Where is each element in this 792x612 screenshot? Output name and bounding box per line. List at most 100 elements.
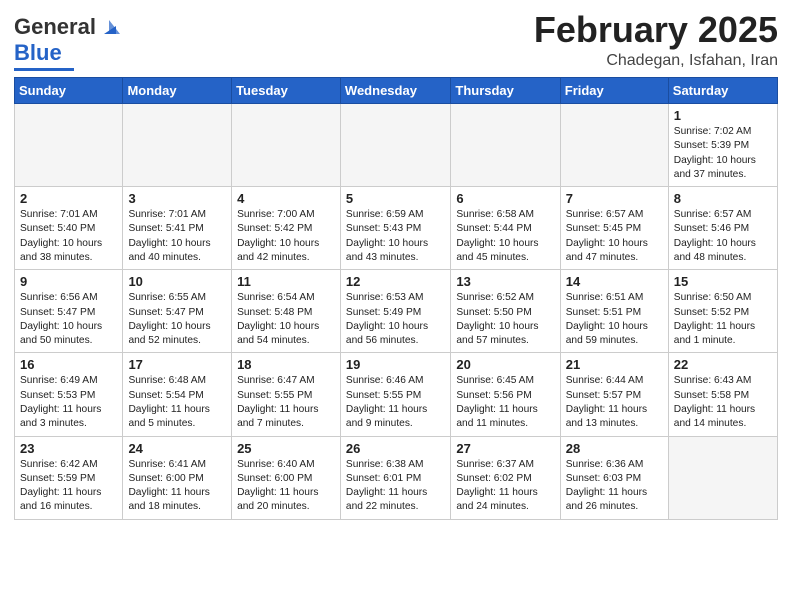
day-info: Sunrise: 6:53 AMSunset: 5:49 PMDaylight:…: [346, 291, 445, 348]
title-block: February 2025 Chadegan, Isfahan, Iran: [534, 10, 778, 70]
calendar-table: SundayMondayTuesdayWednesdayThursdayFrid…: [14, 77, 778, 520]
day-info: Sunrise: 7:02 AMSunset: 5:39 PMDaylight:…: [674, 125, 772, 182]
weekday-header-wednesday: Wednesday: [340, 78, 450, 104]
day-cell: 24Sunrise: 6:41 AMSunset: 6:00 PMDayligh…: [123, 436, 232, 519]
day-number: 15: [674, 274, 772, 289]
day-info: Sunrise: 6:37 AMSunset: 6:02 PMDaylight:…: [456, 458, 554, 515]
day-info: Sunrise: 6:52 AMSunset: 5:50 PMDaylight:…: [456, 291, 554, 348]
day-cell: 13 Sunrise: 6:52 AMSunset: 5:50 PMDayligh…: [451, 270, 560, 353]
day-info: Sunrise: 6:41 AMSunset: 6:00 PMDaylight:…: [128, 458, 226, 515]
day-number: 18: [237, 357, 335, 372]
day-cell: 9 Sunrise: 6:56 AMSunset: 5:47 PMDaylight…: [15, 270, 123, 353]
day-info: Sunrise: 6:47 AMSunset: 5:55 PMDaylight:…: [237, 374, 335, 431]
weekday-header-saturday: Saturday: [668, 78, 777, 104]
day-cell: [123, 104, 232, 187]
day-info: Sunrise: 7:01 AMSunset: 5:41 PMDaylight:…: [128, 208, 226, 265]
day-cell: 27Sunrise: 6:37 AMSunset: 6:02 PMDayligh…: [451, 436, 560, 519]
day-number: 10: [128, 274, 226, 289]
day-number: 9: [20, 274, 117, 289]
day-info: Sunrise: 6:50 AMSunset: 5:52 PMDaylight:…: [674, 291, 772, 348]
day-cell: 26Sunrise: 6:38 AMSunset: 6:01 PMDayligh…: [340, 436, 450, 519]
weekday-header-sunday: Sunday: [15, 78, 123, 104]
day-info: Sunrise: 6:55 AMSunset: 5:47 PMDaylight:…: [128, 291, 226, 348]
day-number: 2: [20, 191, 117, 206]
day-number: 6: [456, 191, 554, 206]
day-cell: 14 Sunrise: 6:51 AMSunset: 5:51 PMDayligh…: [560, 270, 668, 353]
day-cell: [451, 104, 560, 187]
day-cell: 12 Sunrise: 6:53 AMSunset: 5:49 PMDayligh…: [340, 270, 450, 353]
day-number: 5: [346, 191, 445, 206]
day-cell: 19 Sunrise: 6:46 AMSunset: 5:55 PMDayligh…: [340, 353, 450, 436]
day-info: Sunrise: 6:51 AMSunset: 5:51 PMDaylight:…: [566, 291, 663, 348]
day-cell: 23 Sunrise: 6:42 AMSunset: 5:59 PMDayligh…: [15, 436, 123, 519]
day-cell: 28 Sunrise: 6:36 AMSunset: 6:03 PMDayligh…: [560, 436, 668, 519]
day-number: 14: [566, 274, 663, 289]
week-row-3: 16 Sunrise: 6:49 AMSunset: 5:53 PMDayligh…: [15, 353, 778, 436]
day-info: Sunrise: 6:58 AMSunset: 5:44 PMDaylight:…: [456, 208, 554, 265]
day-cell: 1Sunrise: 7:02 AMSunset: 5:39 PMDaylight…: [668, 104, 777, 187]
day-number: 4: [237, 191, 335, 206]
day-cell: 21 Sunrise: 6:44 AMSunset: 5:57 PMDayligh…: [560, 353, 668, 436]
day-cell: 6 Sunrise: 6:58 AMSunset: 5:44 PMDaylight…: [451, 187, 560, 270]
day-info: Sunrise: 6:45 AMSunset: 5:56 PMDaylight:…: [456, 374, 554, 431]
day-info: Sunrise: 6:42 AMSunset: 5:59 PMDaylight:…: [20, 458, 117, 515]
day-cell: 2Sunrise: 7:01 AMSunset: 5:40 PMDaylight…: [15, 187, 123, 270]
day-cell: 10 Sunrise: 6:55 AMSunset: 5:47 PMDayligh…: [123, 270, 232, 353]
logo: General Blue: [14, 14, 120, 71]
day-number: 21: [566, 357, 663, 372]
logo-blue-text: Blue: [14, 40, 62, 66]
day-number: 19: [346, 357, 445, 372]
day-info: Sunrise: 6:57 AMSunset: 5:46 PMDaylight:…: [674, 208, 772, 265]
week-row-4: 23 Sunrise: 6:42 AMSunset: 5:59 PMDayligh…: [15, 436, 778, 519]
logo-general-text: General: [14, 14, 96, 40]
day-number: 3: [128, 191, 226, 206]
day-number: 23: [20, 441, 117, 456]
weekday-header-friday: Friday: [560, 78, 668, 104]
day-info: Sunrise: 6:57 AMSunset: 5:45 PMDaylight:…: [566, 208, 663, 265]
day-number: 28: [566, 441, 663, 456]
day-number: 7: [566, 191, 663, 206]
day-number: 16: [20, 357, 117, 372]
day-info: Sunrise: 7:00 AMSunset: 5:42 PMDaylight:…: [237, 208, 335, 265]
day-number: 20: [456, 357, 554, 372]
week-row-0: 1Sunrise: 7:02 AMSunset: 5:39 PMDaylight…: [15, 104, 778, 187]
weekday-header-thursday: Thursday: [451, 78, 560, 104]
calendar-page: General Blue February 2025 Chadegan, Isf…: [0, 0, 792, 612]
weekday-header-monday: Monday: [123, 78, 232, 104]
day-cell: 5 Sunrise: 6:59 AMSunset: 5:43 PMDaylight…: [340, 187, 450, 270]
day-number: 22: [674, 357, 772, 372]
day-cell: 4 Sunrise: 7:00 AMSunset: 5:42 PMDaylight…: [232, 187, 341, 270]
day-cell: [668, 436, 777, 519]
day-cell: 8 Sunrise: 6:57 AMSunset: 5:46 PMDaylight…: [668, 187, 777, 270]
weekday-header-row: SundayMondayTuesdayWednesdayThursdayFrid…: [15, 78, 778, 104]
day-cell: 3 Sunrise: 7:01 AMSunset: 5:41 PMDaylight…: [123, 187, 232, 270]
week-row-2: 9 Sunrise: 6:56 AMSunset: 5:47 PMDaylight…: [15, 270, 778, 353]
logo-icon: [98, 16, 120, 38]
day-info: Sunrise: 6:46 AMSunset: 5:55 PMDaylight:…: [346, 374, 445, 431]
day-number: 17: [128, 357, 226, 372]
day-info: Sunrise: 6:48 AMSunset: 5:54 PMDaylight:…: [128, 374, 226, 431]
day-cell: 11 Sunrise: 6:54 AMSunset: 5:48 PMDayligh…: [232, 270, 341, 353]
day-info: Sunrise: 6:38 AMSunset: 6:01 PMDaylight:…: [346, 458, 445, 515]
day-cell: 25Sunrise: 6:40 AMSunset: 6:00 PMDayligh…: [232, 436, 341, 519]
day-info: Sunrise: 6:36 AMSunset: 6:03 PMDaylight:…: [566, 458, 663, 515]
day-cell: 20 Sunrise: 6:45 AMSunset: 5:56 PMDayligh…: [451, 353, 560, 436]
day-info: Sunrise: 6:59 AMSunset: 5:43 PMDaylight:…: [346, 208, 445, 265]
day-cell: 15 Sunrise: 6:50 AMSunset: 5:52 PMDayligh…: [668, 270, 777, 353]
day-info: Sunrise: 6:56 AMSunset: 5:47 PMDaylight:…: [20, 291, 117, 348]
day-cell: 22Sunrise: 6:43 AMSunset: 5:58 PMDayligh…: [668, 353, 777, 436]
day-info: Sunrise: 6:44 AMSunset: 5:57 PMDaylight:…: [566, 374, 663, 431]
page-header: General Blue February 2025 Chadegan, Isf…: [14, 10, 778, 71]
month-year: February 2025: [534, 10, 778, 50]
day-number: 12: [346, 274, 445, 289]
day-cell: 7 Sunrise: 6:57 AMSunset: 5:45 PMDaylight…: [560, 187, 668, 270]
day-cell: 16 Sunrise: 6:49 AMSunset: 5:53 PMDayligh…: [15, 353, 123, 436]
weekday-header-tuesday: Tuesday: [232, 78, 341, 104]
day-number: 13: [456, 274, 554, 289]
day-cell: [15, 104, 123, 187]
day-info: Sunrise: 6:54 AMSunset: 5:48 PMDaylight:…: [237, 291, 335, 348]
day-info: Sunrise: 6:49 AMSunset: 5:53 PMDaylight:…: [20, 374, 117, 431]
day-number: 11: [237, 274, 335, 289]
day-number: 8: [674, 191, 772, 206]
day-info: Sunrise: 6:40 AMSunset: 6:00 PMDaylight:…: [237, 458, 335, 515]
